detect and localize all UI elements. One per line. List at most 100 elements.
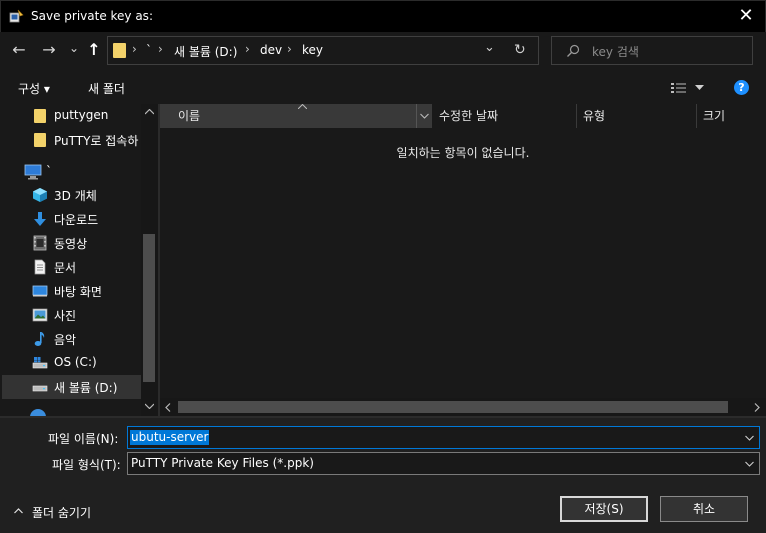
sidebar-item-label: `: [46, 164, 52, 178]
breadcrumb-separator: ›: [158, 42, 163, 56]
column-date-modified[interactable]: 수정한 날짜: [433, 104, 577, 128]
scroll-left-icon[interactable]: [165, 403, 171, 412]
filename-label: 파일 이름(N):: [48, 432, 119, 446]
breadcrumb-item[interactable]: key: [302, 43, 323, 57]
sidebar-item-label: 문서: [54, 261, 77, 275]
breadcrumb-separator: ›: [245, 42, 250, 56]
sidebar-item-label: 음악: [54, 333, 77, 347]
cancel-button[interactable]: 취소: [660, 496, 748, 522]
empty-list-message: 일치하는 항목이 없습니다.: [396, 146, 530, 160]
sidebar-scrollbar-thumb[interactable]: [143, 234, 155, 382]
video-icon: [33, 235, 47, 251]
chevron-down-icon[interactable]: [745, 461, 754, 467]
column-name[interactable]: 이름: [160, 104, 432, 128]
address-dropdown-button[interactable]: ⌄: [484, 40, 495, 55]
close-button[interactable]: ✕: [733, 4, 759, 28]
sort-ascending-icon: [298, 104, 307, 109]
filetype-select[interactable]: PuTTY Private Key Files (*.ppk): [127, 452, 760, 475]
search-placeholder: key 검색: [592, 45, 639, 59]
sidebar-item-label: 사진: [54, 309, 77, 323]
breadcrumb-separator: ›: [287, 42, 292, 56]
file-list: 이름 수정한 날짜 유형 크기 일치하는 항목이 없습니다.: [160, 104, 766, 416]
navigation-pane: puttygen PuTTY로 접속하 ` 3D 개체 다운로드 동영상 문서 …: [0, 104, 158, 416]
breadcrumb-item[interactable]: 새 볼륨 (D:): [174, 43, 237, 60]
drive-icon: [32, 357, 48, 369]
puttygen-app-icon: [9, 9, 24, 23]
filetype-label: 파일 형식(T):: [52, 458, 121, 472]
desktop-icon: [32, 285, 48, 297]
sidebar-item-downloads[interactable]: 다운로드: [2, 207, 141, 231]
sidebar-item-label: 새 볼륨 (D:): [54, 381, 118, 395]
save-button[interactable]: 저장(S): [560, 496, 648, 522]
pane-splitter[interactable]: [158, 104, 160, 416]
network-icon: [30, 409, 46, 416]
chevron-down-icon: [420, 113, 429, 119]
scroll-up-icon[interactable]: [145, 109, 154, 115]
sidebar-item-pictures[interactable]: 사진: [2, 303, 141, 327]
recent-locations-button[interactable]: ⌄: [63, 37, 85, 59]
up-button[interactable]: ↑: [83, 39, 105, 61]
breadcrumb-separator: ›: [132, 42, 137, 56]
scroll-down-icon[interactable]: [145, 403, 154, 409]
3d-objects-icon: [33, 188, 47, 202]
column-filter-button[interactable]: [416, 104, 432, 128]
breadcrumb-item[interactable]: `: [146, 43, 152, 57]
document-icon: [34, 259, 46, 275]
chevron-down-icon[interactable]: [745, 435, 754, 441]
navigation-bar: ← → ⌄ ↑ › ` › 새 볼륨 (D:) › dev › key ⌄ ↻ …: [0, 32, 766, 70]
sidebar-item-3d-objects[interactable]: 3D 개체: [2, 183, 141, 207]
new-folder-button[interactable]: 새 폴더: [88, 80, 125, 97]
command-bar: 구성 ▾ 새 폴더 ?: [0, 70, 766, 104]
folder-icon: [113, 43, 126, 58]
search-icon: [567, 44, 580, 57]
drive-icon: [32, 385, 48, 392]
back-button[interactable]: ←: [8, 39, 30, 61]
sidebar-item-documents[interactable]: 문서: [2, 255, 141, 279]
sidebar-item-label: 바탕 화면: [54, 285, 102, 299]
sidebar-item-puttygen[interactable]: puttygen: [2, 104, 141, 128]
breadcrumb-item[interactable]: dev: [260, 43, 282, 57]
help-button[interactable]: ?: [734, 80, 749, 95]
hide-folders-toggle[interactable]: 폴더 숨기기: [12, 503, 122, 521]
pictures-icon: [32, 308, 48, 322]
filename-value: ubutu-server: [130, 430, 210, 445]
download-icon: [34, 212, 46, 226]
computer-icon: [24, 164, 42, 180]
column-header: 이름 수정한 날짜 유형 크기: [160, 104, 766, 128]
sidebar-item-label: 3D 개체: [54, 189, 97, 203]
sidebar-item-volume-d[interactable]: 새 볼륨 (D:): [2, 375, 141, 399]
forward-button[interactable]: →: [38, 39, 60, 61]
chevron-up-icon: [14, 508, 23, 514]
scroll-right-icon[interactable]: [754, 403, 760, 412]
sidebar-item-label: OS (C:): [54, 355, 97, 369]
sidebar-item-label: puttygen: [54, 108, 109, 122]
sidebar-item-label: 동영상: [54, 237, 88, 251]
sidebar-item-label: PuTTY로 접속하: [54, 134, 139, 148]
save-form: 파일 이름(N): ubutu-server 파일 형식(T): PuTTY P…: [0, 418, 766, 533]
column-size[interactable]: 크기: [697, 104, 766, 128]
organize-button[interactable]: 구성 ▾: [18, 80, 50, 97]
sidebar-item-music[interactable]: 음악: [2, 327, 141, 351]
column-type[interactable]: 유형: [577, 104, 697, 128]
folder-icon: [32, 108, 48, 124]
horizontal-scrollbar[interactable]: [160, 398, 766, 416]
sidebar-item-videos[interactable]: 동영상: [2, 231, 141, 255]
folder-icon: [32, 132, 48, 148]
search-input[interactable]: key 검색: [551, 36, 753, 65]
sidebar-item-label: 다운로드: [54, 213, 99, 227]
sidebar-item-os-c[interactable]: OS (C:): [2, 351, 141, 375]
view-dropdown-icon[interactable]: [695, 85, 704, 91]
filetype-value: PuTTY Private Key Files (*.ppk): [131, 456, 314, 470]
window-title: Save private key as:: [31, 9, 153, 23]
filename-input[interactable]: ubutu-server: [127, 426, 760, 449]
title-bar: Save private key as: ✕: [0, 0, 766, 32]
horizontal-scrollbar-thumb[interactable]: [178, 401, 728, 413]
address-bar[interactable]: › ` › 새 볼륨 (D:) › dev › key ⌄ ↻: [107, 36, 539, 65]
music-icon: [34, 332, 45, 346]
view-options-icon[interactable]: [671, 82, 687, 94]
sidebar-item-this-pc[interactable]: `: [2, 160, 141, 184]
hide-folders-label: 폴더 숨기기: [32, 506, 92, 520]
sidebar-item-putty-connect[interactable]: PuTTY로 접속하: [2, 128, 141, 152]
sidebar-item-desktop[interactable]: 바탕 화면: [2, 279, 141, 303]
refresh-button[interactable]: ↻: [514, 42, 526, 58]
